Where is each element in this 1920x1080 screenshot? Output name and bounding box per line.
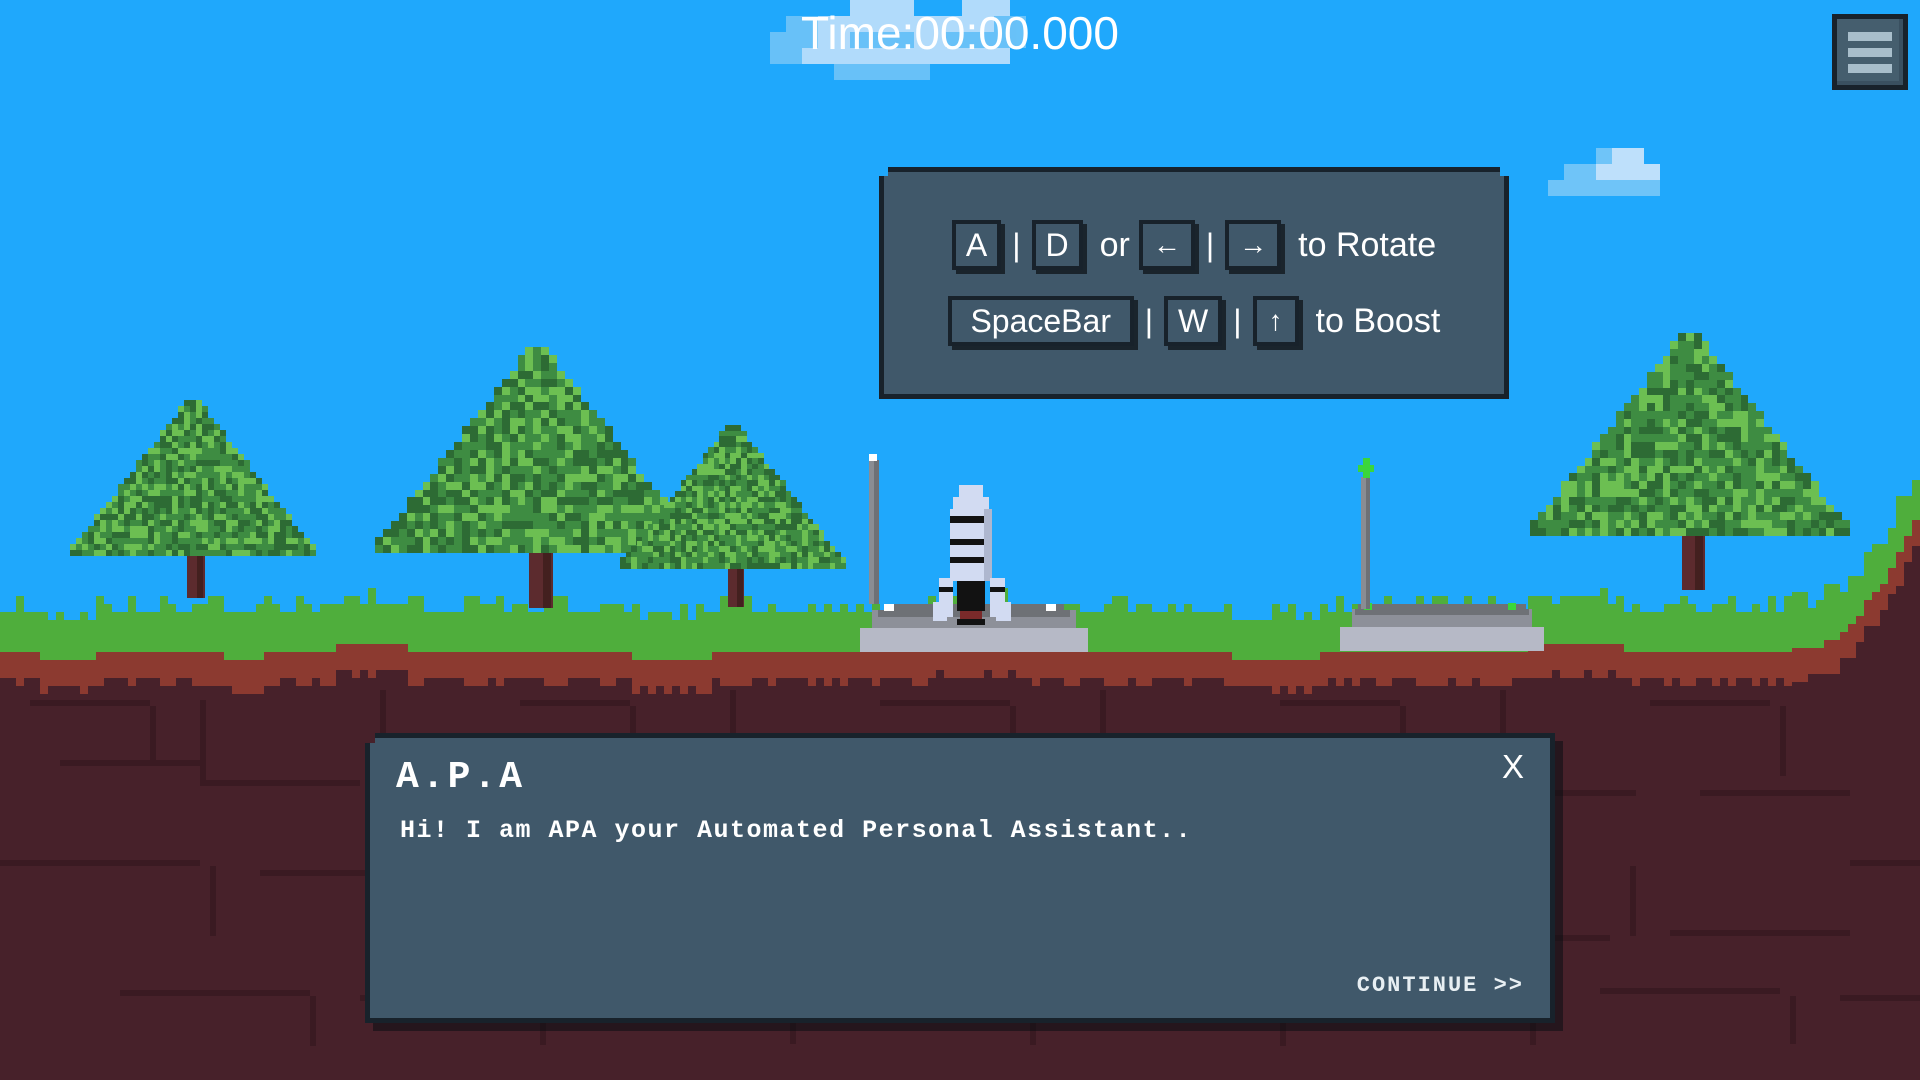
key-separator: | (1144, 302, 1154, 339)
or-word: or (1099, 225, 1130, 264)
key-separator: | (1012, 226, 1021, 263)
key-separator: | (1233, 302, 1242, 339)
dialog-box: X A.P.A Hi! I am APA your Automated Pers… (365, 733, 1555, 1023)
dialog-message: Hi! I am APA your Automated Personal Ass… (400, 816, 1193, 845)
key-d[interactable]: D (1031, 220, 1083, 270)
controls-row-boost: SpaceBar | W | ↑ to Boost (947, 296, 1441, 346)
dialog-title: A.P.A (396, 756, 526, 799)
key-arrow-up[interactable]: ↑ (1252, 296, 1299, 346)
hamburger-menu-icon[interactable] (1832, 14, 1908, 90)
key-a[interactable]: A (951, 220, 1002, 270)
rotate-action-label: to Rotate (1298, 225, 1437, 264)
boost-action-label: to Boost (1315, 301, 1441, 340)
menu-bar-1 (1848, 31, 1892, 41)
key-arrow-right[interactable]: → (1225, 220, 1282, 270)
menu-bar-2 (1848, 47, 1892, 57)
continue-button[interactable]: CONTINUE >> (1357, 973, 1524, 998)
key-spacebar[interactable]: SpaceBar (947, 296, 1134, 346)
controls-hint-panel: A | D or ← | → to Rotate SpaceBar | W | … (879, 167, 1509, 399)
key-w[interactable]: W (1164, 296, 1223, 346)
controls-row-rotate: A | D or ← | → to Rotate (951, 220, 1437, 270)
timer-display: Time:00:00.000 (801, 7, 1119, 59)
arrow-right-icon: → (1239, 229, 1268, 260)
menu-bar-3 (1848, 63, 1892, 73)
close-icon[interactable]: X (1494, 746, 1532, 787)
game-viewport: Time:00:00.000 A | D or ← | → to Rotate … (0, 0, 1920, 1080)
arrow-left-icon: ← (1152, 229, 1181, 260)
key-separator: | (1205, 226, 1215, 263)
key-arrow-left[interactable]: ← (1138, 220, 1195, 270)
arrow-up-icon: ↑ (1268, 305, 1283, 336)
